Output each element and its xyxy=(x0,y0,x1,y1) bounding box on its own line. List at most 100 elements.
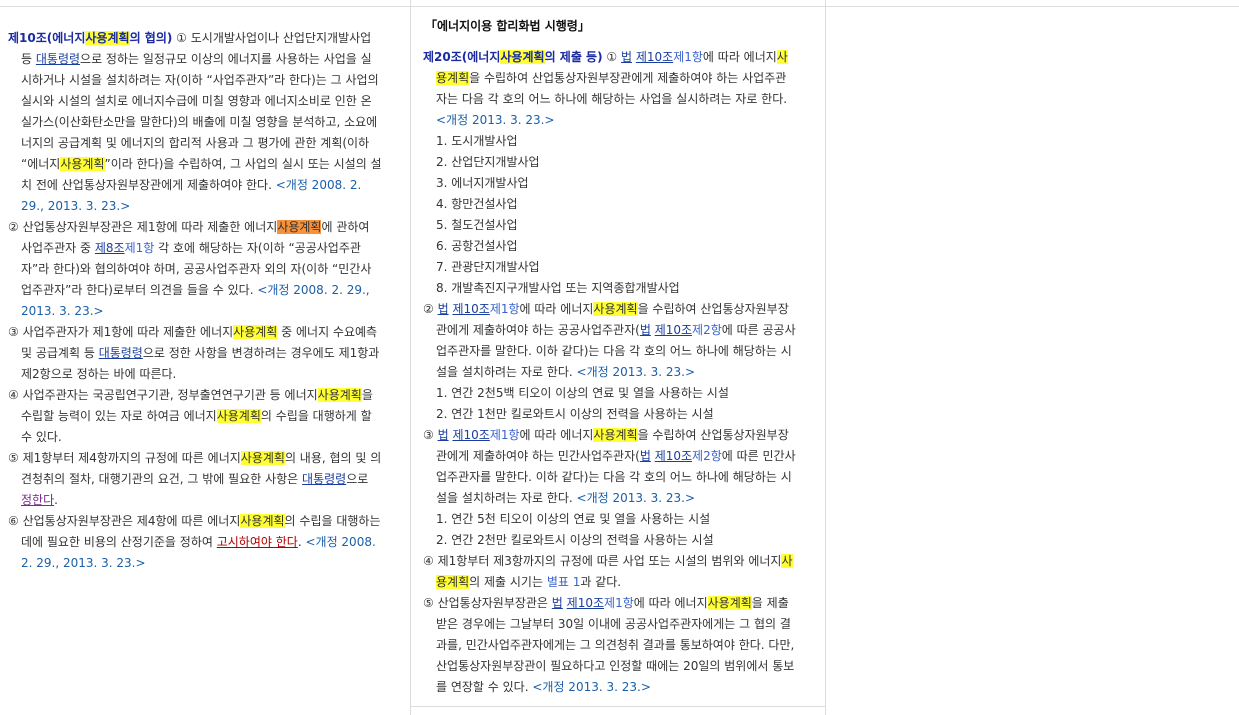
reference-link[interactable]: 법 xyxy=(552,596,563,610)
text-run: ⑥ 산업통상자원부장관은 제4항에 따른 에너지 xyxy=(8,514,241,528)
list-item: 8. 개발촉진지구개발사업 또는 지역종합개발사업 xyxy=(423,278,797,299)
reference-link[interactable]: 제1항 xyxy=(490,428,520,442)
decree-article-body: 제20조(에너지사용계획의 제출 등) ① 법 제10조제1항에 따라 에너지사… xyxy=(423,47,797,698)
reference-link[interactable]: 법 xyxy=(640,449,651,463)
text-run: ① xyxy=(602,50,621,64)
revision-note: <개정 2013. 3. 23.> xyxy=(576,365,696,379)
list-item: 4. 항만건설사업 xyxy=(423,194,797,215)
text-run: 5. 철도건설사업 xyxy=(436,218,518,232)
text-run: 1. 연간 2천5백 티오이 이상의 연료 및 열을 사용하는 시설 xyxy=(436,386,729,400)
text-run: 7. 관광단지개발사업 xyxy=(436,260,540,274)
reference-link[interactable]: 고시하여야 한다 xyxy=(217,535,298,549)
reference-link[interactable]: 제1항 xyxy=(490,302,520,316)
text-run: 의 제출 시기는 xyxy=(469,575,547,589)
revision-note: <개정 2013. 3. 23.> xyxy=(532,680,651,694)
decree-title: 「에너지이용 합리화법 시행령」 xyxy=(425,19,590,33)
article-10-paragraph: ⑤ 제1항부터 제4항까지의 규정에 따른 에너지사용계획의 내용, 협의 및 … xyxy=(8,448,382,511)
text-run: 2. 연간 1천만 킬로와트시 이상의 전력을 사용하는 시설 xyxy=(436,407,714,421)
reference-link[interactable]: 법 xyxy=(640,323,651,337)
reference-link[interactable]: 제1항 xyxy=(125,241,155,255)
reference-link[interactable]: 별표 1 xyxy=(547,575,581,589)
article-heading-run: 의 협의) xyxy=(129,31,173,45)
reference-link[interactable]: 제10조 xyxy=(636,50,673,64)
reference-link[interactable]: 대통령령 xyxy=(302,472,346,486)
list-item: 1. 연간 5천 티오이 이상의 연료 및 열을 사용하는 시설 xyxy=(423,509,797,530)
highlighted-term: 사용계획 xyxy=(233,325,278,339)
highlighted-term: 사용계획 xyxy=(216,409,261,423)
text-run: ④ 사업주관자는 국공립연구기관, 정부출연연구기관 등 에너지 xyxy=(8,388,318,402)
decree-paragraph: ⑤ 산업통상자원부장관은 법 제10조제1항에 따라 에너지사용계획을 제출받은… xyxy=(423,593,797,698)
law-comparison-page: 제10조(에너지사용계획의 협의) ① 도시개발사업이나 산업단지개발사업 등 … xyxy=(0,0,1239,715)
reference-link[interactable]: 제1항 xyxy=(604,596,634,610)
text-run: ⑤ 제1항부터 제4항까지의 규정에 따른 에너지 xyxy=(8,451,241,465)
highlighted-term: 사용계획 xyxy=(240,514,285,528)
reference-link[interactable]: 정한다 xyxy=(21,493,54,507)
text-run: 2. 산업단지개발사업 xyxy=(436,155,540,169)
reference-link[interactable]: 법 xyxy=(621,50,632,64)
law-article-body: 제10조(에너지사용계획의 협의) ① 도시개발사업이나 산업단지개발사업 등 … xyxy=(8,28,382,574)
text-run: ③ xyxy=(423,428,438,442)
text-run: 과 같다. xyxy=(580,575,622,589)
text-run: 으로 xyxy=(346,472,369,486)
list-item: 6. 공항건설사업 xyxy=(423,236,797,257)
reference-link[interactable]: 제1항 xyxy=(673,50,703,64)
article-10-paragraph-1: 제10조(에너지사용계획의 협의) ① 도시개발사업이나 산업단지개발사업 등 … xyxy=(8,28,382,217)
highlighted-term: 사용계획 xyxy=(277,220,322,234)
highlighted-term: 사용계획 xyxy=(593,428,638,442)
article-heading-run: 의 제출 등) xyxy=(544,50,603,64)
text-run: 6. 공항건설사업 xyxy=(436,239,518,253)
text-run: . xyxy=(54,493,58,507)
article-10-paragraph: ⑥ 산업통상자원부장관은 제4항에 따른 에너지사용계획의 수립을 대행하는 데… xyxy=(8,511,382,574)
reference-link[interactable]: 법 xyxy=(438,428,449,442)
list-item: 7. 관광단지개발사업 xyxy=(423,257,797,278)
reference-link[interactable]: 제8조 xyxy=(95,241,125,255)
text-run: 1. 도시개발사업 xyxy=(436,134,518,148)
article-10-paragraph: ② 산업통상자원부장관은 제1항에 따라 제출한 에너지사용계획에 관하여 사업… xyxy=(8,217,382,322)
text-run: 4. 항만건설사업 xyxy=(436,197,518,211)
decree-paragraph: ④ 제1항부터 제3항까지의 규정에 따른 사업 또는 시설의 범위와 에너지사… xyxy=(423,551,797,593)
reference-link[interactable]: 제10조 xyxy=(655,449,692,463)
decree-paragraph: ② 법 제10조제1항에 따라 에너지사용계획을 수립하여 산업통상자원부장관에… xyxy=(423,299,797,383)
revision-note: <개정 2013. 3. 23.> xyxy=(436,113,555,127)
list-item: 3. 에너지개발사업 xyxy=(423,173,797,194)
list-item: 1. 연간 2천5백 티오이 이상의 연료 및 열을 사용하는 시설 xyxy=(423,383,797,404)
decree-article-column: 「에너지이용 합리화법 시행령」 제20조(에너지사용계획의 제출 등) ① 법… xyxy=(411,0,825,698)
reference-link[interactable]: 법 xyxy=(438,302,449,316)
decree-paragraph: 제20조(에너지사용계획의 제출 등) ① 법 제10조제1항에 따라 에너지사… xyxy=(423,47,797,131)
highlighted-term: 사용계획 xyxy=(707,596,752,610)
text-run: 3. 에너지개발사업 xyxy=(436,176,529,190)
reference-link[interactable]: 제10조 xyxy=(567,596,604,610)
reference-link[interactable]: 제10조 xyxy=(655,323,692,337)
reference-link[interactable]: 대통령령 xyxy=(99,346,143,360)
revision-note: <개정 2013. 3. 23.> xyxy=(576,491,696,505)
text-run: 2. 연간 2천만 킬로와트시 이상의 전력을 사용하는 시설 xyxy=(436,533,714,547)
list-item: 1. 도시개발사업 xyxy=(423,131,797,152)
highlighted-term: 사용계획 xyxy=(593,302,638,316)
article-heading-run: 사용계획 xyxy=(85,31,130,45)
column-divider-2 xyxy=(825,0,826,715)
text-run: 을 수립하여 산업통상자원부장관에게 제출하여야 하는 사업주관자는 다음 각 … xyxy=(436,71,788,106)
text-run: 8. 개발촉진지구개발사업 또는 지역종합개발사업 xyxy=(436,281,680,295)
article-heading-run: 제20조(에너지 xyxy=(423,50,501,64)
law-article-column: 제10조(에너지사용계획의 협의) ① 도시개발사업이나 산업단지개발사업 등 … xyxy=(0,0,410,574)
list-item: 5. 철도건설사업 xyxy=(423,215,797,236)
article-heading-run: 사용계획 xyxy=(500,50,545,64)
text-run: ② 산업통상자원부장관은 제1항에 따라 제출한 에너지 xyxy=(8,220,278,234)
decree-paragraph: ③ 법 제10조제1항에 따라 에너지사용계획을 수립하여 산업통상자원부장관에… xyxy=(423,425,797,509)
text-run: 으로 정하는 일정규모 이상의 에너지를 사용하는 사업을 실시하거나 시설을 … xyxy=(21,52,379,171)
text-run: ⑤ 산업통상자원부장관은 xyxy=(423,596,552,610)
reference-link[interactable]: 제10조 xyxy=(452,428,489,442)
list-item: 2. 연간 2천만 킬로와트시 이상의 전력을 사용하는 시설 xyxy=(423,530,797,551)
list-item: 2. 연간 1천만 킬로와트시 이상의 전력을 사용하는 시설 xyxy=(423,404,797,425)
text-run: 에 따라 에너지 xyxy=(702,50,777,64)
bottom-divider xyxy=(410,706,825,707)
text-run: ④ 제1항부터 제3항까지의 규정에 따른 사업 또는 시설의 범위와 에너지 xyxy=(423,554,782,568)
text-run: 에 따라 에너지 xyxy=(519,302,594,316)
highlighted-term: 사용계획 xyxy=(60,157,105,171)
article-heading-run: 제10조(에너지 xyxy=(8,31,86,45)
reference-link[interactable]: 대통령령 xyxy=(36,52,80,66)
text-run: ② xyxy=(423,302,438,316)
reference-link[interactable]: 제10조 xyxy=(452,302,489,316)
reference-link[interactable]: 제2항 xyxy=(692,449,722,463)
reference-link[interactable]: 제2항 xyxy=(692,323,722,337)
